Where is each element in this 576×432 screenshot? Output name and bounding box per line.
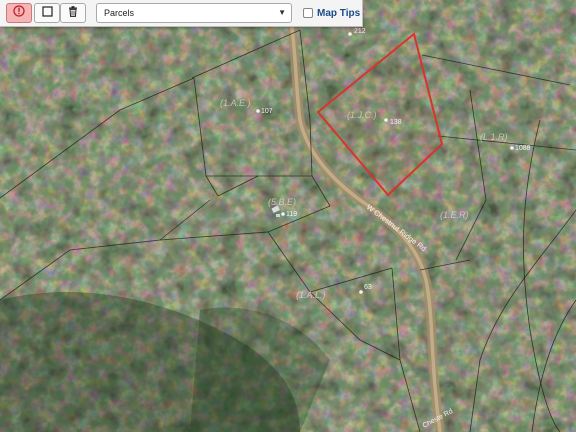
address-label: 212: [354, 28, 366, 35]
svg-text:(5.B.E): (5.B.E): [268, 197, 296, 207]
delete-button[interactable]: [60, 3, 86, 23]
svg-text:(1.A.L.): (1.A.L.): [296, 290, 326, 300]
trash-icon: [68, 4, 78, 22]
svg-text:(1.A.E.): (1.A.E.): [220, 98, 251, 108]
aerial-imagery[interactable]: (1.A.E.) (1.J.C.) (L.1.R) (1.E.R) (5.B.E…: [0, 0, 576, 432]
layer-select-value: Parcels: [104, 8, 135, 18]
square-icon: [41, 4, 53, 22]
address-label: 107: [261, 108, 273, 115]
address-label: 63: [364, 284, 372, 291]
map-toolbar: Parcels ▼ Map Tips: [0, 0, 363, 27]
layer-select[interactable]: Parcels ▼: [96, 3, 292, 23]
select-box-button[interactable]: [34, 3, 60, 23]
identify-icon: [13, 4, 25, 22]
map-tips-checkbox[interactable]: [303, 8, 313, 18]
map-view[interactable]: (1.A.E.) (1.J.C.) (L.1.R) (1.E.R) (5.B.E…: [0, 0, 576, 432]
address-label: 138: [390, 119, 402, 126]
chevron-down-icon: ▼: [278, 8, 286, 17]
address-label: 119: [286, 211, 297, 218]
map-tips-label: Map Tips: [317, 7, 361, 19]
svg-text:(1.E.R): (1.E.R): [440, 210, 469, 220]
address-label: 1088: [515, 145, 531, 152]
map-tips-toggle[interactable]: Map Tips: [303, 5, 360, 21]
identify-button[interactable]: [6, 3, 32, 23]
svg-text:(L.1.R): (L.1.R): [480, 132, 508, 142]
